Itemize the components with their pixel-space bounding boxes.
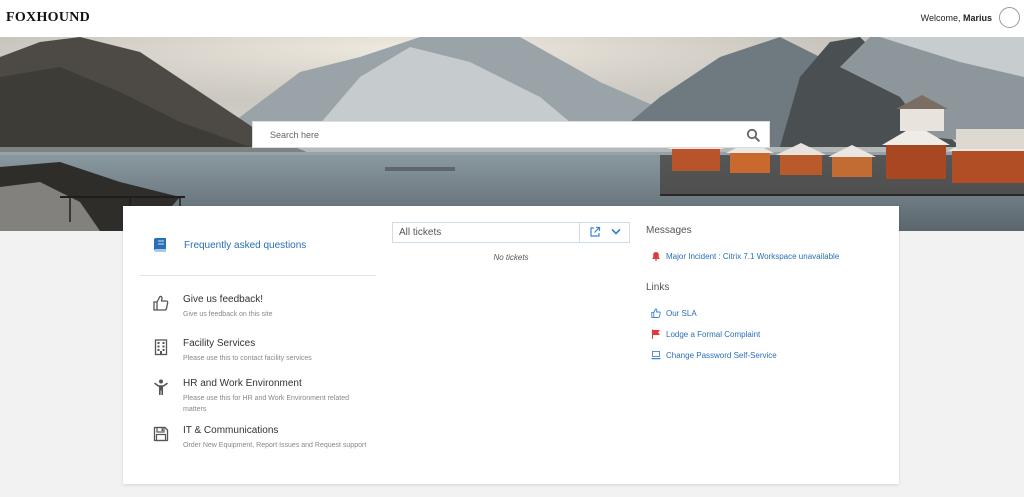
messages-heading: Messages	[646, 225, 692, 236]
service-title: Facility Services	[183, 338, 256, 349]
main-card: Frequently asked questions Give us feedb…	[123, 206, 899, 484]
faq-label: Frequently asked questions	[184, 239, 307, 251]
ticket-filter: All tickets	[392, 222, 630, 243]
flag-icon	[651, 329, 660, 339]
welcome-text: Welcome, Marius	[921, 13, 992, 23]
search-icon[interactable]	[746, 128, 760, 142]
service-description: Please use this to contact facility serv…	[183, 355, 312, 362]
message-label: Major Incident : Citrix 7.1 Workspace un…	[666, 251, 840, 261]
search-input[interactable]	[253, 122, 733, 147]
search-bar	[252, 121, 770, 148]
welcome-prefix: Welcome,	[920, 13, 963, 23]
service-feedback[interactable]: Give us feedback! Give us feedback on th…	[152, 294, 372, 324]
service-title: HR and Work Environment	[183, 378, 302, 389]
thumbs-up-icon	[651, 308, 661, 318]
link-label: Change Password Self-Service	[666, 350, 777, 360]
link-complaint[interactable]: Lodge a Formal Complaint	[651, 328, 760, 340]
service-facility[interactable]: Facility Services Please use this to con…	[152, 338, 372, 368]
service-description: Please use this for HR and Work Environm…	[183, 395, 350, 413]
floppy-disk-icon	[153, 426, 169, 442]
user-name: Marius	[962, 13, 992, 23]
link-change-password[interactable]: Change Password Self-Service	[651, 349, 777, 361]
link-label: Lodge a Formal Complaint	[666, 329, 761, 339]
thumbs-up-icon	[153, 295, 169, 311]
ticket-filter-select[interactable]: All tickets	[399, 227, 441, 238]
person-icon	[154, 379, 168, 395]
book-icon	[154, 238, 166, 252]
service-title: IT & Communications	[183, 425, 279, 436]
faq-link[interactable]: Frequently asked questions	[152, 235, 306, 255]
divider	[140, 275, 376, 276]
service-description: Give us feedback on this site	[183, 311, 273, 318]
external-link-icon[interactable]	[589, 226, 601, 238]
service-hr[interactable]: HR and Work Environment Please use this …	[152, 378, 372, 418]
links-heading: Links	[646, 282, 670, 293]
chevron-down-icon[interactable]	[610, 226, 622, 238]
laptop-icon	[651, 351, 661, 360]
building-icon	[154, 339, 168, 356]
no-tickets-text: No tickets	[493, 253, 529, 262]
service-title: Give us feedback!	[183, 294, 264, 305]
top-bar: FOXHOUND Welcome, Marius	[0, 0, 1024, 37]
message-item[interactable]: Major Incident : Citrix 7.1 Workspace un…	[651, 250, 839, 262]
avatar[interactable]	[999, 7, 1020, 28]
link-our-sla[interactable]: Our SLA	[651, 307, 697, 319]
bell-icon	[652, 252, 660, 261]
service-it[interactable]: IT & Communications Order New Equipment,…	[152, 425, 372, 465]
service-description: Order New Equipment, Report Issues and R…	[183, 442, 367, 449]
link-label: Our SLA	[666, 308, 697, 318]
divider	[579, 223, 580, 242]
app-logo[interactable]: FOXHOUND	[6, 10, 90, 26]
